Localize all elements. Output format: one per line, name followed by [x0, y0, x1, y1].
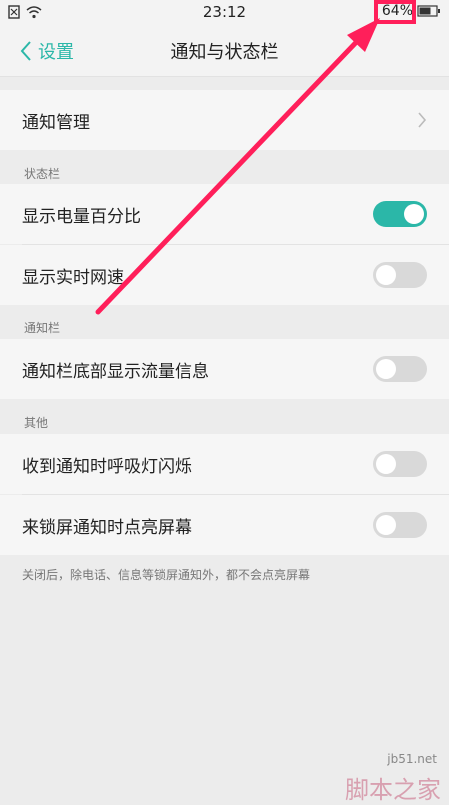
toggle-row-label: 来锁屏通知时点亮屏幕: [22, 517, 192, 538]
notify-manage-row[interactable]: 通知管理: [0, 90, 449, 150]
breathing-light-toggle[interactable]: [373, 451, 427, 477]
section-header-other: 其他: [24, 416, 49, 430]
section-header-status-bar: 状态栏: [24, 167, 61, 181]
toggle-row-traffic-info[interactable]: 通知栏底部显示流量信息: [0, 339, 449, 399]
battery-percent-toggle[interactable]: [373, 201, 427, 227]
traffic-info-toggle[interactable]: [373, 356, 427, 382]
toggle-row-breathing-light[interactable]: 收到通知时呼吸灯闪烁: [0, 434, 449, 494]
chevron-right-icon: [418, 112, 427, 128]
toggle-row-net-speed[interactable]: 显示实时网速: [0, 245, 449, 305]
section-header-notification-bar: 通知栏: [24, 321, 61, 335]
wake-screen-toggle[interactable]: [373, 512, 427, 538]
footer-note: 关闭后，除电话、信息等锁屏通知外，都不会点亮屏幕: [22, 568, 311, 582]
toggle-row-battery-percent[interactable]: 显示电量百分比: [0, 184, 449, 244]
toggle-row-wake-screen[interactable]: 来锁屏通知时点亮屏幕: [0, 495, 449, 555]
page-title: 通知与状态栏: [170, 42, 279, 63]
highlight-box: [374, 0, 416, 24]
watermark-site: jb51.net: [387, 752, 437, 766]
notify-manage-label: 通知管理: [22, 112, 90, 133]
toggle-row-label: 显示实时网速: [22, 267, 124, 288]
toggle-row-label: 收到通知时呼吸灯闪烁: [22, 456, 192, 477]
toggle-row-label: 显示电量百分比: [22, 206, 141, 227]
battery-icon: [417, 5, 440, 17]
toggle-row-label: 通知栏底部显示流量信息: [22, 361, 209, 382]
nav-bar: 设置 通知与状态栏: [0, 24, 449, 77]
net-speed-toggle[interactable]: [373, 262, 427, 288]
